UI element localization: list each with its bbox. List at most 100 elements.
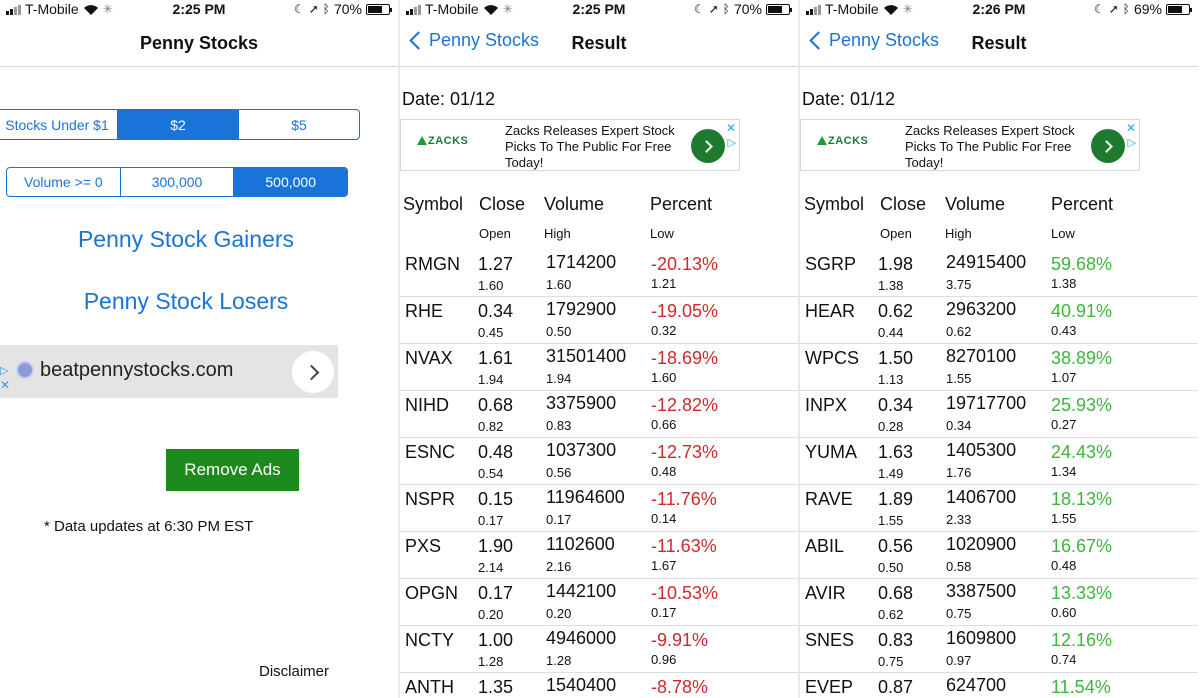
volume-cell: 1609800 <box>946 628 1017 648</box>
volume-cell: 1442100 <box>546 581 617 601</box>
segment-price-5[interactable]: $5 <box>238 110 359 139</box>
percent-cell: 13.33% <box>1051 583 1113 603</box>
ad-choices-icon[interactable]: ▷ <box>1128 136 1136 149</box>
header-symbol: Symbol <box>804 194 865 214</box>
volume-cell: 11964600 <box>546 487 625 507</box>
ad-choices-icon[interactable]: ▷ <box>0 365 12 377</box>
table-row[interactable]: OPGN 0.17 0.20 1442100 0.20 -10.53% 0.17 <box>400 579 798 626</box>
table-row[interactable]: INPX 0.34 0.28 19717700 0.34 25.93% 0.27 <box>800 391 1198 438</box>
percent-cell: 24.43% <box>1051 442 1113 462</box>
close-cell: 0.68 <box>478 395 514 415</box>
location-arrow-icon: ➚ <box>708 2 719 16</box>
volume-cell: 1714200 <box>546 252 617 272</box>
table-row[interactable]: RHE 0.34 0.45 1792900 0.50 -19.05% 0.32 <box>400 297 798 344</box>
moon-icon: ☾ <box>293 2 305 16</box>
ad-close-icon[interactable]: ✕ <box>726 121 736 135</box>
remove-ads-button[interactable]: Remove Ads <box>166 449 299 491</box>
ad-banner[interactable]: ▷ ✕ beatpennystocks.com <box>0 345 338 398</box>
penny-stock-losers-link[interactable]: Penny Stock Losers <box>0 288 398 315</box>
low-cell: 0.66 <box>651 417 677 432</box>
table-row[interactable]: WPCS 1.50 1.13 8270100 1.55 38.89% 1.07 <box>800 344 1198 391</box>
segment-volume-300000[interactable]: 300,000 <box>119 168 234 196</box>
symbol-cell: YUMA <box>805 442 858 462</box>
zacks-logo: ZACKS <box>417 135 471 157</box>
open-cell: 1.49 <box>878 466 904 481</box>
symbol-cell: SGRP <box>805 254 857 274</box>
table-row[interactable]: EVEP 0.87 624700 11.54% <box>800 673 1198 698</box>
table-row[interactable]: NVAX 1.61 1.94 31501400 1.94 -18.69% 1.60 <box>400 344 798 391</box>
moon-icon: ☾ <box>693 2 705 16</box>
volume-cell: 3387500 <box>946 581 1017 601</box>
ad-text: beatpennystocks.com <box>40 359 234 381</box>
volume-filter-segmented-control: Volume >= 0 300,000 500,000 <box>6 167 348 197</box>
battery-icon <box>1166 3 1192 15</box>
segment-volume-0[interactable]: Volume >= 0 <box>7 168 120 196</box>
ad-go-button[interactable] <box>292 351 334 393</box>
date-label: Date: 01/12 <box>802 89 896 109</box>
header-percent: Percent <box>650 194 713 214</box>
table-row[interactable]: ANTH 1.35 1540400 -8.78% <box>400 673 798 698</box>
status-bar: T-Mobile ✳ 2:25 PM ☾ ➚ ᛒ 70% <box>0 0 398 20</box>
open-cell: 1.55 <box>878 513 904 528</box>
high-cell: 0.20 <box>546 606 572 621</box>
close-cell: 1.89 <box>878 489 914 509</box>
ad-go-button[interactable] <box>691 129 725 163</box>
high-cell: 0.83 <box>546 418 572 433</box>
close-cell: 0.56 <box>878 536 914 556</box>
table-row[interactable]: PXS 1.90 2.14 1102600 2.16 -11.63% 1.67 <box>400 532 798 579</box>
globe-icon <box>16 361 34 379</box>
open-cell: 0.50 <box>878 560 904 575</box>
table-row[interactable]: ESNC 0.48 0.54 1037300 0.56 -12.73% 0.48 <box>400 438 798 485</box>
segment-price-under-1[interactable]: Stocks Under $1 <box>0 110 117 139</box>
ad-close-icon[interactable]: ✕ <box>1126 121 1136 135</box>
segment-volume-500000[interactable]: 500,000 <box>233 168 347 196</box>
zacks-brand: ZACKS <box>828 135 869 147</box>
table-row[interactable]: RMGN 1.27 1.60 1714200 1.60 -20.13% 1.21 <box>400 250 798 297</box>
table-row[interactable]: NIHD 0.68 0.82 3375900 0.83 -12.82% 0.66 <box>400 391 798 438</box>
disclaimer-link[interactable]: Disclaimer <box>259 663 329 680</box>
high-cell: 0.50 <box>546 324 572 339</box>
symbol-cell: ANTH <box>405 677 454 697</box>
low-cell: 0.32 <box>651 323 677 338</box>
open-cell: 0.17 <box>478 513 504 528</box>
table-row[interactable]: AVIR 0.68 0.62 3387500 0.75 13.33% 0.60 <box>800 579 1198 626</box>
table-row[interactable]: HEAR 0.62 0.44 2963200 0.62 40.91% 0.43 <box>800 297 1198 344</box>
subheader-low: Low <box>1051 226 1075 241</box>
segment-price-2[interactable]: $2 <box>117 110 238 139</box>
penny-stock-gainers-link[interactable]: Penny Stock Gainers <box>0 226 398 253</box>
close-cell: 1.63 <box>878 442 914 462</box>
subheader-high: High <box>544 226 571 241</box>
table-row[interactable]: RAVE 1.89 1.55 1406700 2.33 18.13% 1.55 <box>800 485 1198 532</box>
table-row[interactable]: YUMA 1.63 1.49 1405300 1.76 24.43% 1.34 <box>800 438 1198 485</box>
zacks-ad-banner[interactable]: ZACKS Zacks Releases Expert Stock Picks … <box>800 119 1140 171</box>
percent-cell: 38.89% <box>1051 348 1113 368</box>
close-cell: 0.68 <box>878 583 914 603</box>
close-cell: 1.35 <box>478 677 514 697</box>
open-cell: 0.45 <box>478 325 504 340</box>
high-cell: 2.33 <box>946 512 972 527</box>
high-cell: 3.75 <box>946 277 972 292</box>
percent-cell: -20.13% <box>651 254 719 274</box>
close-cell: 0.83 <box>878 630 914 650</box>
high-cell: 0.58 <box>946 559 972 574</box>
battery-percent: 70% <box>733 1 762 17</box>
zacks-ad-banner[interactable]: ZACKS Zacks Releases Expert Stock Picks … <box>400 119 740 171</box>
high-cell: 0.62 <box>946 324 972 339</box>
high-cell: 0.17 <box>546 512 572 527</box>
status-right-group: ☾ ➚ ᛒ 70% <box>693 1 792 17</box>
table-row[interactable]: SNES 0.83 0.75 1609800 0.97 12.16% 0.74 <box>800 626 1198 673</box>
table-row[interactable]: ABIL 0.56 0.50 1020900 0.58 16.67% 0.48 <box>800 532 1198 579</box>
ad-go-button[interactable] <box>1091 129 1125 163</box>
table-row[interactable]: NSPR 0.15 0.17 11964600 0.17 -11.76% 0.14 <box>400 485 798 532</box>
symbol-cell: SNES <box>805 630 855 650</box>
table-row[interactable]: NCTY 1.00 1.28 4946000 1.28 -9.91% 0.96 <box>400 626 798 673</box>
battery-icon <box>366 3 392 15</box>
symbol-cell: AVIR <box>805 583 846 603</box>
close-cell: 0.34 <box>478 301 514 321</box>
status-right-group: ☾ ➚ ᛒ 70% <box>293 1 392 17</box>
page-title: Result <box>571 33 627 53</box>
ad-close-icon[interactable]: ✕ <box>0 379 12 391</box>
open-cell: 1.13 <box>878 372 904 387</box>
table-row[interactable]: SGRP 1.98 1.38 24915400 3.75 59.68% 1.38 <box>800 250 1198 297</box>
ad-choices-icon[interactable]: ▷ <box>728 136 736 149</box>
